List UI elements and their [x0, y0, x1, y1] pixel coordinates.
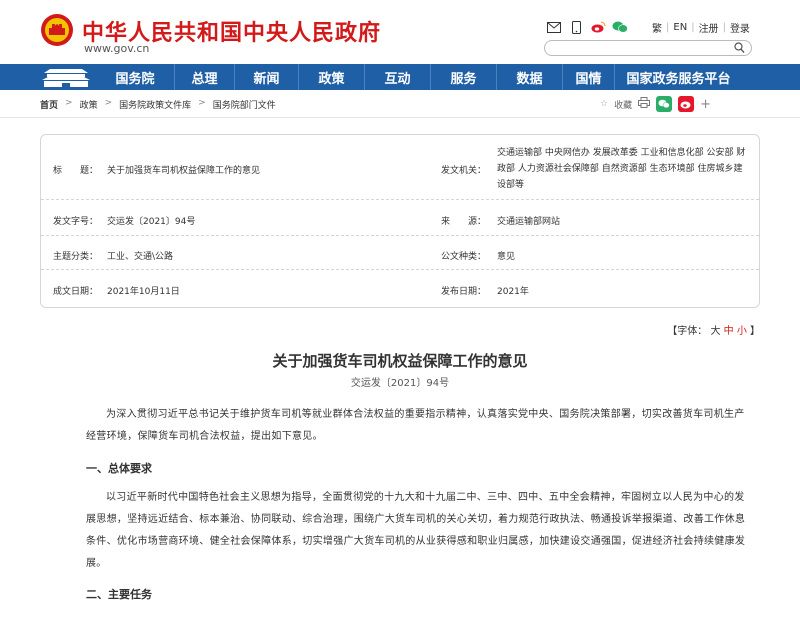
- divider: [41, 235, 759, 236]
- divider: [41, 269, 759, 270]
- breadcrumb-policy-library[interactable]: 国务院政策文件库: [119, 98, 191, 111]
- star-icon[interactable]: ☆: [600, 99, 608, 109]
- section-heading: 二、主要任务: [86, 588, 152, 601]
- section-heading: 一、总体要求: [86, 462, 152, 475]
- link-register[interactable]: 注册: [699, 20, 719, 35]
- nav-item-services[interactable]: 服务: [430, 64, 496, 90]
- topic-label: 主题分类：: [53, 252, 99, 262]
- nav-item-interaction[interactable]: 互动: [364, 64, 430, 90]
- breadcrumb-bar: 首页 > 政策 > 国务院政策文件库 > 国务院部门文件 ☆ 收藏 +: [0, 90, 800, 118]
- nav-item-data[interactable]: 数据: [496, 64, 562, 90]
- article-title: 关于加强货车司机权益保障工作的意见: [272, 352, 528, 370]
- nav-item-premier[interactable]: 总理: [174, 64, 234, 90]
- date-value: 2021年10月11日: [107, 287, 180, 297]
- link-login[interactable]: 登录: [730, 20, 750, 35]
- breadcrumb-separator: >: [104, 98, 113, 108]
- mail-icon[interactable]: [546, 20, 562, 34]
- divider: |: [691, 22, 695, 33]
- nav-item-news[interactable]: 新闻: [234, 64, 298, 90]
- site-header: 中华人民共和国中央人民政府 www.gov.cn 繁 | EN | 注册 | 登录: [0, 0, 800, 64]
- collect-label[interactable]: 收藏: [614, 98, 632, 111]
- divider: [41, 199, 759, 200]
- docno-label: 发文字号：: [53, 217, 99, 227]
- issuer-label: 发文机关：: [441, 166, 487, 176]
- tiananmen-icon: [42, 69, 90, 87]
- pubdate-value: 2021年: [497, 287, 529, 297]
- breadcrumb-separator: >: [198, 98, 206, 108]
- nav-list: 国务院 总理 新闻 政策 互动 服务 数据 国情 国家政务服务平台: [96, 64, 742, 90]
- font-size-prefix: 【字体：: [667, 326, 708, 337]
- pubdate-label: 发布日期：: [441, 287, 487, 297]
- wechat-icon[interactable]: [612, 20, 628, 34]
- breadcrumb-department-docs[interactable]: 国务院部门文件: [213, 98, 276, 111]
- font-size-large[interactable]: 大: [710, 326, 720, 337]
- breadcrumb-separator: >: [65, 98, 73, 108]
- nav-item-national-conditions[interactable]: 国情: [562, 64, 614, 90]
- top-links: 繁 | EN | 注册 | 登录: [652, 20, 750, 35]
- nav-item-service-platform[interactable]: 国家政务服务平台: [614, 64, 742, 90]
- main-nav: 国务院 总理 新闻 政策 互动 服务 数据 国情 国家政务服务平台: [0, 64, 800, 90]
- article-paragraph: 为深入贯彻习近平总书记关于维护货车司机等就业群体合法权益的重要指示精神，认真落实…: [86, 409, 745, 442]
- font-size-control: 【字体： 大 中 小 】: [667, 322, 760, 337]
- site-url[interactable]: www.gov.cn: [84, 42, 149, 55]
- mobile-icon[interactable]: [568, 20, 584, 34]
- nav-item-state-council[interactable]: 国务院: [96, 64, 174, 90]
- title-label: 标 题：: [53, 166, 99, 176]
- search-input[interactable]: [553, 46, 733, 61]
- divider: |: [666, 22, 670, 33]
- weibo-share-icon[interactable]: [678, 96, 695, 112]
- breadcrumb: 首页 > 政策 > 国务院政策文件库 > 国务院部门文件: [40, 98, 276, 111]
- search-icon[interactable]: [734, 42, 745, 54]
- title-value: 关于加强货车司机权益保障工作的意见: [107, 166, 261, 176]
- source-label: 来 源：: [441, 217, 487, 227]
- breadcrumb-policy[interactable]: 政策: [80, 98, 98, 111]
- article-doc-number: 交运发〔2021〕94号: [350, 378, 450, 389]
- search-box: [544, 40, 752, 61]
- article-paragraph: 以习近平新时代中国特色社会主义思想为指导，全面贯彻党的十九大和十九届二中、三中、…: [86, 492, 746, 569]
- breadcrumb-home[interactable]: 首页: [40, 98, 58, 111]
- kind-label: 公文种类：: [441, 252, 487, 262]
- font-size-small[interactable]: 小: [737, 326, 747, 337]
- date-label: 成文日期：: [53, 287, 99, 297]
- divider: |: [722, 22, 726, 33]
- link-english[interactable]: EN: [673, 22, 687, 33]
- link-traditional[interactable]: 繁: [652, 20, 662, 35]
- wechat-share-icon[interactable]: [656, 96, 673, 112]
- top-icons: [546, 20, 628, 34]
- docno-value: 交运发〔2021〕94号: [107, 217, 196, 227]
- nav-item-policy[interactable]: 政策: [298, 64, 364, 90]
- source-value: 交通运输部网站: [497, 217, 561, 227]
- document-info-table: 标 题： 关于加强货车司机权益保障工作的意见 发文机关： 交通运输部 中央网信办…: [40, 134, 760, 308]
- topic-value: 工业、交通\公路: [107, 252, 174, 262]
- national-emblem-icon[interactable]: [40, 13, 74, 47]
- share-bar: ☆ 收藏 +: [600, 96, 711, 112]
- plus-icon[interactable]: +: [700, 97, 711, 112]
- print-icon[interactable]: [638, 97, 651, 111]
- weibo-icon[interactable]: [590, 20, 606, 34]
- issuer-value: 交通运输部 中央网信办 发展改革委 工业和信息化部 公安部 财政部 人力资源社会…: [497, 148, 746, 190]
- font-size-medium[interactable]: 中: [724, 326, 734, 337]
- font-size-suffix: 】: [750, 326, 760, 337]
- kind-value: 意见: [497, 252, 516, 262]
